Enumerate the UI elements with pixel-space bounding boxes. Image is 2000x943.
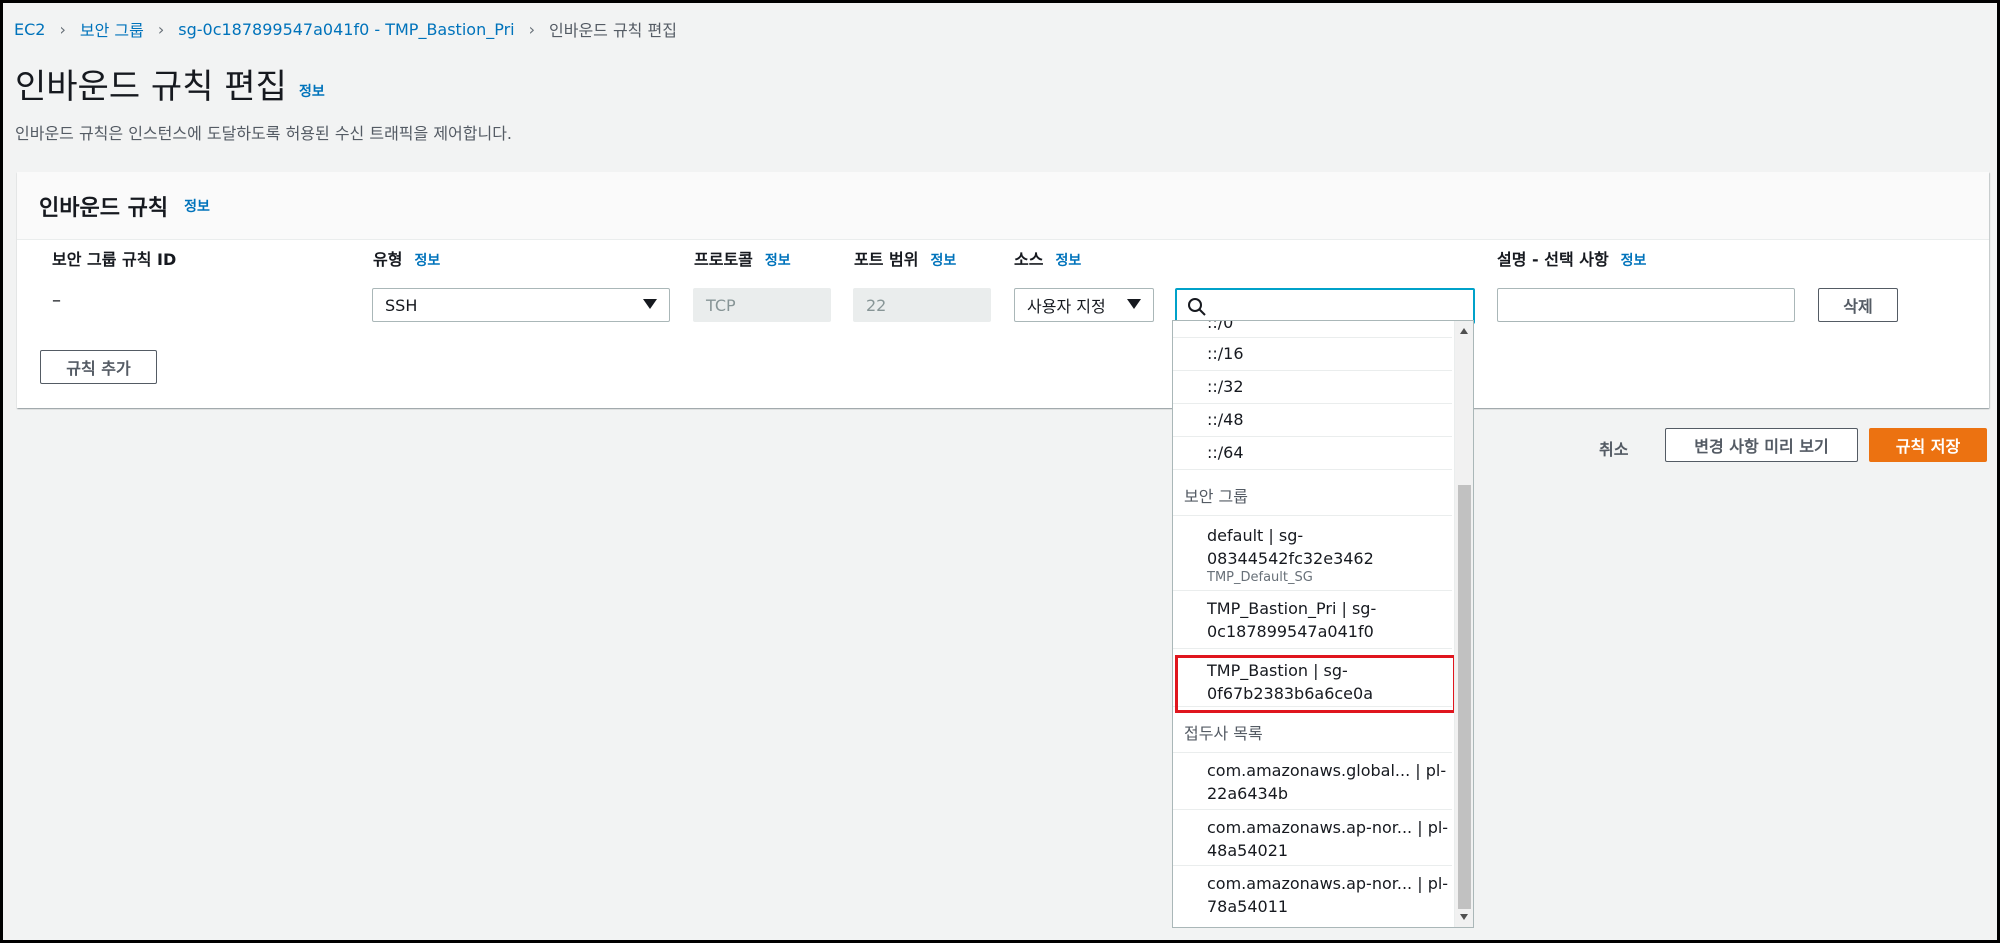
col-description-label: 설명 - 선택 사항 <box>1497 250 1609 269</box>
port-value: 22 <box>866 295 887 315</box>
option-line: 0c187899547a041f0 <box>1207 622 1374 641</box>
search-icon <box>1188 298 1206 316</box>
col-source: 소스 정보 <box>1014 246 1081 270</box>
source-info-link[interactable]: 정보 <box>1055 253 1081 269</box>
col-port-range-label: 포트 범위 <box>854 250 919 269</box>
chevron-right-icon: › <box>528 19 535 39</box>
dropdown-scrollbar[interactable] <box>1454 321 1473 927</box>
protocol-info-link[interactable]: 정보 <box>765 253 791 269</box>
col-rule-id-label: 보안 그룹 규칙 ID <box>52 250 177 269</box>
dropdown-option-pl[interactable]: com.amazonaws.ap-nor... | pl- 48a54021 <box>1173 810 1452 866</box>
dropdown-option-pl[interactable]: com.amazonaws.ap-nor... | pl- 78a54011 <box>1173 866 1452 927</box>
panel-header: 인바운드 규칙 정보 <box>17 172 1989 240</box>
option-line: 22a6434b <box>1207 784 1289 803</box>
scroll-thumb[interactable] <box>1458 485 1471 909</box>
source-type-value: 사용자 지정 <box>1027 297 1106 316</box>
description-input[interactable] <box>1497 288 1795 322</box>
option-line: 48a54021 <box>1207 841 1289 860</box>
col-protocol: 프로토콜 정보 <box>694 246 791 270</box>
caret-down-icon <box>1127 299 1141 309</box>
console-page: EC2 › 보안 그룹 › sg-0c187899547a041f0 - TMP… <box>3 3 1997 940</box>
option-line: com.amazonaws.ap-nor... | pl- <box>1207 818 1449 837</box>
inbound-rules-panel: 인바운드 규칙 정보 보안 그룹 규칙 ID 유형 정보 프로토콜 정보 포트 범위… <box>17 172 1989 408</box>
option-label: ::/16 <box>1207 344 1244 363</box>
source-search-input[interactable] <box>1175 288 1475 324</box>
option-sub-label: TMP_Default_SG <box>1207 570 1313 585</box>
col-description: 설명 - 선택 사항 정보 <box>1497 246 1646 270</box>
col-protocol-label: 프로토콜 <box>694 250 753 269</box>
col-type-label: 유형 <box>373 250 403 269</box>
panel-info-link[interactable]: 정보 <box>184 196 210 216</box>
chevron-right-icon: › <box>157 19 165 39</box>
dropdown-option-pl[interactable]: com.amazonaws.global... | pl- 22a6434b <box>1173 753 1452 810</box>
type-select-value: SSH <box>385 295 418 315</box>
col-source-label: 소스 <box>1014 250 1044 269</box>
preview-changes-button[interactable]: 변경 사항 미리 보기 <box>1665 428 1858 462</box>
col-rule-id: 보안 그룹 규칙 ID <box>52 246 176 270</box>
group-header-label: 보안 그룹 <box>1184 487 1248 506</box>
source-dropdown: ::/0 ::/16 ::/32 ::/48 ::/64 보안 그룹 defau… <box>1172 320 1474 928</box>
preview-label: 변경 사항 미리 보기 <box>1694 437 1829 456</box>
option-line: default | sg- <box>1207 526 1304 545</box>
dropdown-option[interactable]: ::/32 <box>1173 371 1452 404</box>
page-title: 인바운드 규칙 편집 <box>15 67 287 107</box>
breadcrumb-security-group[interactable]: sg-0c187899547a041f0 - TMP_Bastion_Pri <box>178 20 514 39</box>
dropdown-option[interactable]: ::/48 <box>1173 404 1452 437</box>
source-type-select[interactable]: 사용자 지정 <box>1014 288 1154 322</box>
protocol-value: TCP <box>706 295 736 315</box>
breadcrumb-security-groups[interactable]: 보안 그룹 <box>80 17 144 41</box>
type-info-link[interactable]: 정보 <box>414 253 440 269</box>
option-label: ::/0 <box>1207 320 1234 332</box>
dropdown-option[interactable]: ::/0 <box>1173 320 1452 338</box>
save-label: 규칙 저장 <box>1895 437 1961 456</box>
option-line: TMP_Bastion_Pri | sg- <box>1207 599 1377 618</box>
option-label: ::/48 <box>1207 410 1244 429</box>
add-rule-button[interactable]: 규칙 추가 <box>40 350 157 384</box>
dropdown-option[interactable]: ::/64 <box>1173 437 1452 470</box>
option-line: 78a54011 <box>1207 897 1289 916</box>
rule-id-value: – <box>52 290 61 311</box>
group-header-label: 접두사 목록 <box>1184 724 1263 743</box>
option-label: ::/32 <box>1207 377 1244 396</box>
port-info-link[interactable]: 정보 <box>930 253 956 269</box>
breadcrumb: EC2 › 보안 그룹 › sg-0c187899547a041f0 - TMP… <box>14 17 677 41</box>
delete-button-label: 삭제 <box>1843 297 1873 316</box>
save-rules-button[interactable]: 규칙 저장 <box>1869 428 1987 462</box>
option-label: ::/64 <box>1207 443 1244 462</box>
page-description: 인바운드 규칙은 인스턴스에 도달하도록 허용된 수신 트래픽을 제어합니다. <box>15 124 513 143</box>
scroll-down-icon[interactable] <box>1460 914 1468 920</box>
option-line: com.amazonaws.global... | pl- <box>1207 761 1447 780</box>
group-header-prefix-lists: 접두사 목록 <box>1173 707 1452 753</box>
dropdown-option-sg[interactable]: default | sg- 08344542fc32e3462 TMP_Defa… <box>1173 516 1452 591</box>
scroll-up-icon[interactable] <box>1460 328 1468 334</box>
breadcrumb-ec2[interactable]: EC2 <box>14 20 45 39</box>
port-range-input: 22 <box>853 288 991 322</box>
dropdown-option[interactable]: ::/16 <box>1173 338 1452 371</box>
highlight-annotation <box>1175 655 1456 713</box>
protocol-input: TCP <box>693 288 831 322</box>
caret-down-icon <box>643 299 657 309</box>
cancel-button[interactable]: 취소 <box>1599 436 1628 460</box>
panel-title: 인바운드 규칙 <box>39 195 169 221</box>
option-line: 08344542fc32e3462 <box>1207 549 1374 568</box>
option-line: com.amazonaws.ap-nor... | pl- <box>1207 874 1449 893</box>
chevron-right-icon: › <box>59 19 66 39</box>
group-header-security-groups: 보안 그룹 <box>1173 470 1452 516</box>
col-port-range: 포트 범위 정보 <box>854 246 956 270</box>
type-select[interactable]: SSH <box>372 288 670 322</box>
page-info-link[interactable]: 정보 <box>299 81 325 101</box>
description-info-link[interactable]: 정보 <box>1621 253 1647 269</box>
dropdown-option-sg[interactable]: TMP_Bastion_Pri | sg- 0c187899547a041f0 <box>1173 591 1452 649</box>
col-type: 유형 정보 <box>373 246 440 270</box>
delete-button[interactable]: 삭제 <box>1818 288 1898 322</box>
add-rule-label: 규칙 추가 <box>66 359 131 378</box>
breadcrumb-current: 인바운드 규칙 편집 <box>549 21 677 40</box>
